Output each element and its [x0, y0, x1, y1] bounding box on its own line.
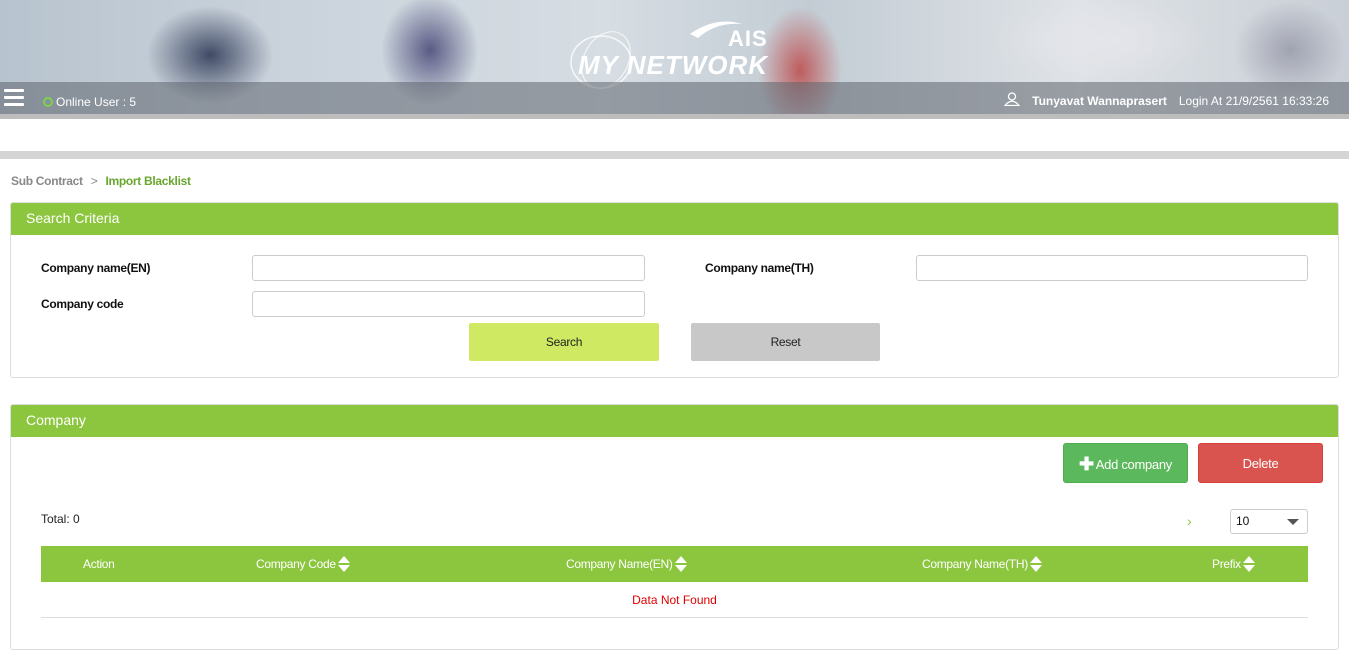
company-name-en-label: Company name(EN) [41, 261, 151, 275]
company-code-label: Company code [41, 297, 124, 311]
search-criteria-title: Search Criteria [11, 203, 1338, 235]
breadcrumb: Sub Contract > Import Blacklist [11, 174, 191, 188]
sort-icon[interactable] [674, 555, 687, 572]
sort-icon[interactable] [1029, 555, 1042, 572]
empty-table-message: Data Not Found [41, 582, 1308, 618]
search-criteria-panel: Search Criteria Company name(EN) Company… [10, 202, 1339, 378]
add-company-button[interactable]: ✚ Add company [1063, 443, 1188, 483]
company-name-th-label: Company name(TH) [705, 261, 814, 275]
add-company-label: Add company [1095, 457, 1173, 472]
section-divider [0, 151, 1349, 159]
table-header: Action Company Code Company Name(EN) Com… [41, 546, 1308, 582]
reset-button[interactable]: Reset [691, 323, 880, 361]
company-code-input[interactable] [252, 291, 645, 317]
breadcrumb-current: Import Blacklist [105, 174, 191, 188]
online-users-label: Online User : 5 [56, 95, 137, 109]
user-name: Tunyavat Wannaprasert [1032, 93, 1167, 108]
next-page-chevron-icon[interactable]: › [1187, 513, 1192, 529]
column-prefix[interactable]: Prefix [1212, 546, 1255, 582]
sort-icon[interactable] [1242, 555, 1255, 572]
online-users: Online User : 5 [43, 95, 136, 109]
user-info: Tunyavat Wannaprasert Login At 21/9/2561… [1003, 92, 1329, 109]
delete-button[interactable]: Delete [1198, 443, 1323, 483]
hamburger-menu-icon[interactable] [4, 89, 24, 107]
login-time: Login At 21/9/2561 16:33:26 [1178, 93, 1329, 108]
header-banner: AIS MY NETWORK Online User : 5 Tunyavat … [0, 0, 1349, 114]
column-company-name-th[interactable]: Company Name(TH) [922, 546, 1042, 582]
header-divider [0, 114, 1349, 119]
company-panel: Company ✚ Add company Delete Total: 0 › 1… [10, 404, 1339, 650]
column-company-name-en[interactable]: Company Name(EN) [566, 546, 687, 582]
total-count: Total: 0 [41, 512, 80, 526]
page-size-value: 10 [1236, 514, 1250, 528]
plus-icon: ✚ [1079, 454, 1094, 474]
page-size-select[interactable]: 10 [1230, 509, 1308, 534]
search-button[interactable]: Search [469, 323, 659, 361]
company-name-en-input[interactable] [252, 255, 645, 281]
breadcrumb-separator: > [90, 174, 98, 188]
logo-product: MY NETWORK [578, 50, 769, 80]
online-status-dot-icon [43, 97, 53, 107]
column-action: Action [83, 557, 115, 571]
sort-icon[interactable] [337, 555, 350, 572]
column-company-code[interactable]: Company Code [256, 546, 350, 582]
caret-down-icon [1287, 519, 1299, 525]
company-panel-title: Company [11, 405, 1338, 437]
logo-brand: AIS [728, 26, 768, 51]
breadcrumb-sub-contract[interactable]: Sub Contract [11, 174, 83, 188]
user-icon[interactable] [1003, 92, 1021, 109]
company-name-th-input[interactable] [916, 255, 1308, 281]
